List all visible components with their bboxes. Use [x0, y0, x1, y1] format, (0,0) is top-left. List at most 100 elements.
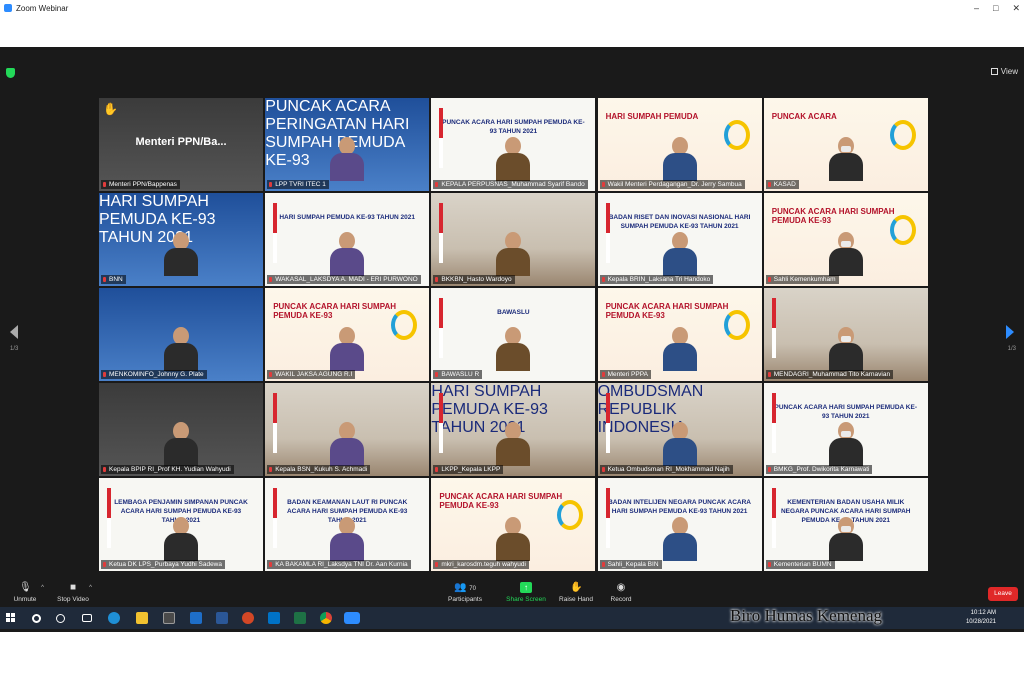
indonesian-flag — [273, 393, 278, 453]
participant-tile[interactable]: HARI SUMPAH PEMUDA KE-93 TAHUN 2021 BNN — [99, 193, 263, 286]
raise-hand-button[interactable]: ✋ Raise Hand — [551, 578, 601, 603]
participant-name-label: Wakil Menteri Perdagangan_Dr. Jerry Samb… — [599, 180, 745, 189]
encryption-shield-icon[interactable] — [6, 68, 15, 78]
excel-icon[interactable] — [294, 612, 306, 624]
participant-tile[interactable]: OMBUDSMAN REPUBLIK INDONESIA Ketua Ombuds… — [597, 383, 762, 476]
participant-tile[interactable]: BADAN INTELIJEN NEGARA PUNCAK ACARA HARI… — [597, 478, 762, 571]
participant-figure — [330, 422, 365, 466]
video-feed: BAWASLU — [431, 288, 596, 381]
share-screen-button[interactable]: ↑ Share Screen — [501, 578, 551, 603]
task-view-icon[interactable] — [82, 614, 92, 622]
video-feed: PUNCAK ACARA PERINGATAN HARI SUMPAH PEMU… — [265, 98, 430, 191]
participant-name-label: Sahli Kemenkumham — [765, 275, 839, 284]
outlook-icon[interactable] — [268, 612, 280, 624]
unmute-label: Unmute — [13, 596, 37, 603]
participant-tile[interactable]: LEMBAGA PENJAMIN SIMPANAN PUNCAK ACARA H… — [99, 478, 263, 571]
microphone-muted-icon: 🎙 — [19, 582, 32, 593]
stop-video-button[interactable]: ■ Stop Video ^ — [48, 578, 98, 603]
participant-tile[interactable]: KEMENTERIAN BADAN USAHA MILIK NEGARA PUN… — [763, 478, 928, 571]
participant-tile[interactable]: PUNCAK ACARA HARI SUMPAH PEMUDA KE-93 WAK… — [265, 288, 430, 381]
view-button[interactable]: View — [990, 67, 1018, 76]
leave-button[interactable]: Leave — [988, 587, 1018, 601]
participant-tile[interactable]: PUNCAK ACARA HARI SUMPAH PEMUDA KE-93 TA… — [431, 98, 596, 191]
event-banner-text: PUNCAK ACARA HARI SUMPAH PEMUDA KE-93 TA… — [774, 404, 918, 420]
participant-tile[interactable]: Menteri PPN/Ba... ✋ Menteri PPN/Bappenas — [99, 98, 263, 191]
participant-tile[interactable]: PUNCAK ACARA HARI SUMPAH PEMUDA KE-93 Men… — [597, 288, 762, 381]
unmute-button[interactable]: 🎙 Unmute ^ — [0, 578, 50, 603]
participant-tile[interactable]: PUNCAK ACARA HARI SUMPAH PEMUDA KE-93 mkr… — [431, 478, 596, 571]
participant-name-label: Kementerian BUMN — [765, 560, 835, 569]
participant-tile[interactable]: BKKBN_Hasto Wardoyo — [431, 193, 596, 286]
participants-label: Participants — [448, 596, 482, 603]
anniversary-93-logo — [723, 310, 750, 340]
participant-tile[interactable]: MENDAGRI_Muhammad Tito Karnavian — [763, 288, 928, 381]
search-icon[interactable] — [32, 614, 41, 623]
file-explorer-icon[interactable] — [136, 612, 148, 624]
video-feed: KEMENTERIAN BADAN USAHA MILIK NEGARA PUN… — [763, 478, 928, 571]
participant-tile[interactable]: PUNCAK ACARA KASAD — [763, 98, 928, 191]
record-button[interactable]: ◉ Record — [596, 578, 646, 603]
windows-start-icon[interactable] — [6, 613, 16, 623]
participant-figure — [330, 327, 365, 371]
video-feed: PUNCAK ACARA HARI SUMPAH PEMUDA KE-93 TA… — [431, 98, 596, 191]
participant-figure — [496, 422, 531, 466]
participant-tile[interactable]: Kepala BSN_Kukuh S. Achmadi — [265, 383, 430, 476]
participant-name-label: Kepala BRIN_Laksana Tri Handoko — [599, 275, 714, 284]
indonesian-flag — [273, 488, 278, 548]
maximize-button[interactable]: □ — [993, 3, 998, 13]
close-button[interactable]: ✕ — [1012, 3, 1020, 14]
window-titlebar: Zoom Webinar – □ ✕ — [0, 0, 1024, 16]
event-banner-text: BADAN INTELIJEN NEGARA PUNCAK ACARA HARI… — [608, 499, 751, 515]
participant-figure — [662, 517, 697, 561]
event-banner-text: HARI SUMPAH PEMUDA KE-93 TAHUN 2021 — [279, 214, 416, 221]
participant-figure — [828, 327, 863, 371]
participant-figure — [330, 232, 365, 276]
participant-name-label: BKKBN_Hasto Wardoyo — [433, 275, 515, 284]
system-clock[interactable]: 10:12 AM 10/28/2021 — [966, 609, 996, 627]
raise-hand-label: Raise Hand — [559, 596, 593, 603]
word-icon[interactable] — [216, 612, 228, 624]
event-banner-text: PUNCAK ACARA — [771, 112, 837, 121]
participant-name-label: LKPP_Kepala LKPP — [433, 465, 504, 474]
anniversary-93-logo — [889, 120, 916, 150]
anniversary-93-logo — [889, 215, 916, 245]
participant-name-label: WAKASAL_LAKSDYA A. MADI - ERI PURWONO — [267, 275, 421, 284]
participant-name-label: BAWASLU R — [433, 370, 483, 379]
participant-tile[interactable]: Kepala BPIP RI_Prof KH. Yudian Wahyudi — [99, 383, 263, 476]
participant-tile[interactable]: BADAN KEAMANAN LAUT RI PUNCAK ACARA HARI… — [265, 478, 430, 571]
indonesian-flag — [605, 488, 610, 548]
video-feed: PUNCAK ACARA HARI SUMPAH PEMUDA KE-93 — [265, 288, 430, 381]
video-feed: PUNCAK ACARA — [763, 98, 928, 191]
participant-tile[interactable]: PUNCAK ACARA HARI SUMPAH PEMUDA KE-93 TA… — [763, 383, 928, 476]
powerpoint-icon[interactable] — [242, 612, 254, 624]
zoom-taskbar-icon[interactable] — [344, 612, 360, 624]
video-options-chevron-icon[interactable]: ^ — [89, 585, 92, 591]
minimize-button[interactable]: – — [974, 3, 979, 13]
audio-options-chevron-icon[interactable]: ^ — [41, 585, 44, 591]
cortana-icon[interactable] — [56, 614, 65, 623]
prev-page-arrow-icon[interactable] — [10, 325, 18, 339]
participant-tile[interactable]: HARI SUMPAH PEMUDA Wakil Menteri Perdagan… — [597, 98, 762, 191]
participant-tile[interactable]: HARI SUMPAH PEMUDA KE-93 TAHUN 2021 LKPP_… — [431, 383, 596, 476]
mail-icon[interactable] — [190, 612, 202, 624]
participant-tile[interactable]: PUNCAK ACARA HARI SUMPAH PEMUDA KE-93 Sah… — [763, 193, 928, 286]
participant-name-label: KEPALA PERPUSNAS_Muhammad Syarif Bando — [433, 180, 588, 189]
participant-figure — [164, 232, 198, 276]
participant-name-label: Sahli_Kepala BIN — [599, 560, 662, 569]
zoom-logo-icon — [4, 4, 12, 12]
participant-tile[interactable]: MENKOMINFO_Johnny G. Plate — [99, 288, 263, 381]
store-icon[interactable] — [163, 612, 175, 624]
indonesian-flag — [605, 393, 610, 453]
page-indicator-left: 1/3 — [10, 346, 19, 352]
participant-name-label: WAKIL JAKSA AGUNG R.I — [267, 370, 356, 379]
participant-figure — [496, 232, 531, 276]
participants-button[interactable]: 👥 70 Participants — [440, 578, 490, 603]
participant-tile[interactable]: PUNCAK ACARA PERINGATAN HARI SUMPAH PEMU… — [265, 98, 430, 191]
participant-tile[interactable]: HARI SUMPAH PEMUDA KE-93 TAHUN 2021 WAKAS… — [265, 193, 430, 286]
chrome-icon[interactable] — [320, 612, 332, 624]
participant-figure — [164, 327, 198, 371]
edge-browser-icon[interactable] — [108, 612, 120, 624]
participant-tile[interactable]: BAWASLU BAWASLU R — [431, 288, 596, 381]
participant-tile[interactable]: BADAN RISET DAN INOVASI NASIONAL HARI SU… — [597, 193, 762, 286]
next-page-arrow-icon[interactable] — [1006, 325, 1014, 339]
